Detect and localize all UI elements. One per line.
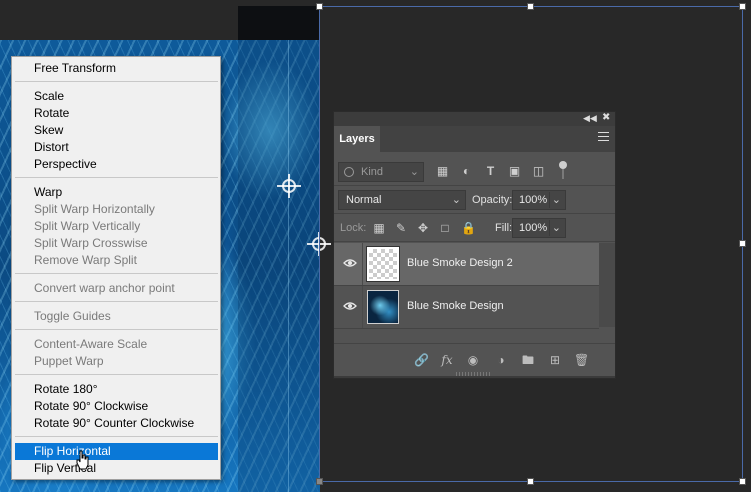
divider [334, 241, 615, 242]
shape-filter-icon[interactable]: ▣ [508, 165, 521, 178]
menu-item-rotate[interactable]: Rotate [15, 105, 218, 122]
transform-handle-top-left[interactable] [316, 3, 323, 10]
divider [549, 192, 550, 208]
panel-bottom-edge [334, 376, 615, 378]
filter-toggle-stem [562, 169, 564, 179]
lock-position-icon[interactable]: ✥ [417, 222, 429, 234]
menu-separator [15, 273, 218, 274]
chevron-down-icon[interactable]: ⌄ [552, 219, 561, 237]
opacity-value: 100% [519, 194, 548, 206]
hand-cursor-icon [76, 450, 89, 470]
new-group-icon[interactable]: 🖿 [521, 353, 535, 367]
blend-mode-value: Normal [346, 194, 382, 206]
menu-separator [15, 436, 218, 437]
lock-artboard-icon[interactable]: □ [439, 222, 451, 234]
menu-separator [15, 374, 218, 375]
tab-layers[interactable]: Layers [334, 126, 380, 152]
divider [549, 220, 550, 236]
menu-separator [15, 81, 218, 82]
menu-item-split-warp-horizontally: Split Warp Horizontally [34, 202, 155, 216]
transform-handle-bottom-right[interactable] [739, 478, 746, 485]
filter-kind-label: Kind [361, 166, 384, 178]
layer-name[interactable]: Blue Smoke Design [407, 300, 504, 312]
transform-handle-top-right[interactable] [739, 3, 746, 10]
divider [334, 213, 615, 214]
menu-item-rotate-180[interactable]: Rotate 180° [15, 381, 218, 398]
lock-all-icon[interactable]: 🔒 [461, 222, 476, 234]
menu-item-warp[interactable]: Warp [15, 184, 218, 201]
fill-input[interactable]: 100% ⌄ [512, 218, 566, 238]
transform-handle-bottom[interactable] [527, 478, 534, 485]
divider [362, 243, 363, 285]
menu-item-puppet-warp: Puppet Warp [34, 354, 104, 368]
adjustment-filter-icon[interactable]: ◐ [460, 165, 473, 178]
menu-item-split-warp-crosswise: Split Warp Crosswise [34, 236, 148, 250]
filter-toggle-icon[interactable] [559, 161, 567, 169]
layer-thumbnail [367, 290, 399, 324]
collapse-panel-icon[interactable]: ◀◀ [583, 113, 597, 124]
link-layers-icon[interactable]: 🔗 [414, 353, 429, 367]
menu-item-skew[interactable]: Skew [15, 122, 218, 139]
transform-handle-bottom-left[interactable] [316, 478, 323, 485]
layers-panel: ◀◀ ✖ Layers Kind ⌄ ▦ ◐ T ▣ ◫ Normal ⌄ Op… [333, 111, 616, 379]
delete-layer-icon[interactable]: 🗑 [574, 353, 589, 367]
layer-row[interactable]: Blue Smoke Design 2 [334, 243, 599, 285]
divider [334, 328, 599, 329]
transform-handle-top[interactable] [527, 3, 534, 10]
menu-item-toggle-guides: Toggle Guides [34, 309, 111, 323]
menu-item-split-warp-vertically: Split Warp Vertically [34, 219, 141, 233]
chevron-down-icon: ⌄ [451, 194, 461, 206]
menu-item-distort[interactable]: Distort [15, 139, 218, 156]
new-layer-icon[interactable]: ⊞ [548, 353, 562, 367]
menu-item-remove-warp-split: Remove Warp Split [34, 253, 137, 267]
fx-icon[interactable]: fx [440, 353, 454, 367]
search-icon [344, 167, 354, 177]
reference-point-icon[interactable] [277, 174, 301, 198]
lock-transparent-pixels-icon[interactable]: ▦ [373, 222, 385, 234]
panel-menu-icon[interactable] [598, 132, 609, 141]
transform-context-menu: Free Transform Scale Rotate Skew Distort… [11, 56, 221, 480]
menu-separator [15, 177, 218, 178]
menu-item-flip-horizontal[interactable]: Flip Horizontal [15, 443, 218, 460]
layer-filter-kind-select[interactable]: Kind ⌄ [338, 162, 424, 182]
opacity-input[interactable]: 100% ⌄ [512, 190, 566, 210]
layer-row[interactable]: Blue Smoke Design [334, 286, 599, 328]
blend-mode-select[interactable]: Normal ⌄ [338, 190, 466, 210]
layer-name[interactable]: Blue Smoke Design 2 [407, 257, 513, 269]
eye-icon[interactable] [343, 301, 357, 311]
lock-image-pixels-icon[interactable]: ✎ [395, 222, 407, 234]
menu-item-perspective[interactable]: Perspective [15, 156, 218, 173]
layers-scrollbar[interactable] [599, 243, 615, 327]
close-panel-icon[interactable]: ✖ [602, 112, 610, 123]
type-filter-icon[interactable]: T [484, 165, 497, 178]
divider [362, 286, 363, 328]
menu-separator [15, 329, 218, 330]
smoke-fade-overlay [238, 40, 320, 492]
image-filter-icon[interactable]: ▦ [436, 165, 449, 178]
divider [334, 185, 615, 186]
menu-item-flip-vertical[interactable]: Flip Vertical [15, 460, 218, 477]
chevron-down-icon[interactable]: ⌄ [552, 191, 561, 209]
menu-item-rotate-90-ccw[interactable]: Rotate 90° Counter Clockwise [15, 415, 218, 432]
transform-handle-right[interactable] [739, 240, 746, 247]
menu-separator [15, 301, 218, 302]
menu-item-convert-warp-anchor: Convert warp anchor point [34, 281, 175, 295]
chevron-down-icon: ⌄ [409, 166, 419, 178]
fill-label: Fill: [495, 222, 513, 234]
fill-value: 100% [519, 222, 548, 234]
panel-tab-bar: Layers [334, 126, 615, 152]
eye-icon[interactable] [343, 258, 357, 268]
opacity-label: Opacity: [472, 194, 513, 206]
lock-label: Lock: [340, 222, 367, 234]
layer-thumbnail [367, 247, 399, 281]
adjustment-layer-icon[interactable]: ◑ [494, 353, 508, 367]
menu-item-scale[interactable]: Scale [15, 88, 218, 105]
panel-title-bar[interactable]: ◀◀ ✖ [334, 112, 615, 126]
menu-item-free-transform[interactable]: Free Transform [15, 60, 218, 77]
menu-item-rotate-90-cw[interactable]: Rotate 90° Clockwise [15, 398, 218, 415]
menu-item-content-aware-scale: Content-Aware Scale [34, 337, 148, 351]
layer-mask-icon[interactable]: ◉ [466, 353, 480, 367]
smart-object-filter-icon[interactable]: ◫ [532, 165, 545, 178]
transform-guide-line [288, 40, 289, 492]
